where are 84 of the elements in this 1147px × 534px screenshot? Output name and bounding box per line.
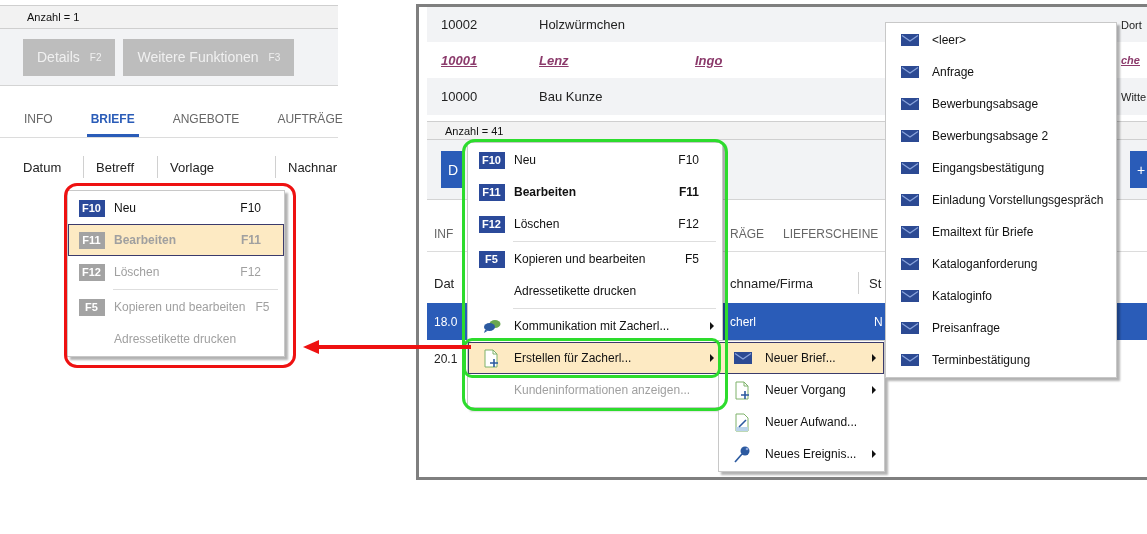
- shortcut-text: F11: [240, 233, 262, 247]
- envelope-icon: [900, 322, 919, 334]
- table-cell-text: Holzwürmchen: [539, 17, 626, 32]
- menu-item[interactable]: Anfrage: [886, 56, 1116, 88]
- menu-item[interactable]: Kataloganforderung: [886, 248, 1116, 280]
- shortcut-text: F10: [677, 153, 700, 167]
- submenu-arrow-icon: [710, 322, 714, 330]
- new-document-icon: [483, 348, 500, 368]
- shortcut-text: F12: [239, 265, 262, 279]
- menu-item[interactable]: F12 Löschen F12: [468, 208, 722, 240]
- table-cell-text: 10002: [441, 17, 479, 32]
- menu-item[interactable]: Bewerbungsabsage: [886, 88, 1116, 120]
- envelope-icon: [733, 352, 752, 364]
- table-cell-text: Dort: [1121, 18, 1143, 31]
- tab[interactable]: INF: [434, 227, 454, 241]
- menu-item[interactable]: Eingangsbestätigung: [886, 152, 1116, 184]
- edit-document-icon: [734, 412, 751, 432]
- menu-item[interactable]: F10 Neu F10: [68, 192, 284, 224]
- tab[interactable]: LIEFERSCHEINE: [783, 227, 879, 241]
- shortcut-text: F12: [677, 217, 700, 231]
- menu-item[interactable]: Einladung Vorstellungsgespräch: [886, 184, 1116, 216]
- new-document-icon: [734, 380, 751, 400]
- shortcut-text: F5: [254, 300, 271, 314]
- menu-item[interactable]: Preisanfrage: [886, 312, 1116, 344]
- menu-item[interactable]: F5 Kopieren und bearbeiten F5: [468, 243, 722, 275]
- menu-item[interactable]: Neues Ereignis...: [719, 438, 884, 470]
- menu-item[interactable]: Neuer Aufwand...: [719, 406, 884, 438]
- key-badge: F10: [478, 151, 505, 169]
- tab[interactable]: ANGEBOTE: [168, 112, 244, 137]
- key-badge: F5: [478, 250, 505, 268]
- key-badge: F10: [78, 199, 105, 217]
- action-button[interactable]: +: [1130, 151, 1147, 188]
- menu-item[interactable]: <leer>: [886, 24, 1116, 56]
- key-badge: F12: [78, 263, 105, 281]
- menu-item[interactable]: Emailtext für Briefe: [886, 216, 1116, 248]
- envelope-icon: [900, 194, 919, 206]
- submenu-arrow-icon: [710, 354, 714, 362]
- shortcut-text: F10: [239, 201, 262, 215]
- menu-item[interactable]: Terminbestätigung: [886, 344, 1116, 376]
- column-header[interactable]: Betreff: [83, 156, 157, 178]
- shortcut-text: F11: [678, 185, 700, 199]
- table-link[interactable]: Lenz: [539, 52, 695, 68]
- menu-item[interactable]: Adressetikette drucken: [468, 275, 722, 307]
- envelope-icon: [900, 290, 919, 302]
- column-header[interactable]: chname/Firma: [730, 272, 858, 294]
- envelope-icon: [900, 130, 919, 142]
- envelope-icon: [900, 258, 919, 270]
- menu-item[interactable]: Kommunikation mit Zacherl...: [468, 310, 722, 342]
- column-header[interactable]: Vorlage: [157, 156, 275, 178]
- envelope-icon: [900, 354, 919, 366]
- chat-bubbles-icon: [482, 319, 501, 333]
- shortcut-text: F5: [684, 252, 700, 266]
- envelope-icon: [900, 162, 919, 174]
- submenu-arrow-icon: [872, 386, 876, 394]
- count-label: Anzahl = 41: [445, 124, 504, 137]
- envelope-icon: [900, 98, 919, 110]
- menu-item[interactable]: Neuer Vorgang: [719, 374, 884, 406]
- menu-item[interactable]: Neuer Brief...: [719, 342, 884, 374]
- menu-item[interactable]: F11 Bearbeiten F11: [468, 176, 722, 208]
- column-header[interactable]: Datum: [0, 156, 83, 178]
- key-badge: F11: [78, 231, 105, 249]
- tab[interactable]: BRIEFE: [86, 112, 139, 137]
- pushpin-icon: [733, 445, 752, 463]
- table-cell-text: Bau Kunze: [539, 89, 604, 104]
- menu-item[interactable]: Bewerbungsabsage 2: [886, 120, 1116, 152]
- table-link[interactable]: 10001: [441, 52, 539, 68]
- envelope-icon: [900, 226, 919, 238]
- tab[interactable]: INFO: [20, 112, 57, 137]
- submenu-arrow-icon: [872, 354, 876, 362]
- key-badge: F5: [78, 298, 105, 316]
- key-badge: F12: [478, 215, 505, 233]
- tab[interactable]: AUFTRÄGE: [273, 112, 347, 137]
- table-cell-text: 10000: [441, 89, 479, 104]
- tab[interactable]: RÄGE: [730, 227, 764, 241]
- column-header[interactable]: Nachnar: [275, 156, 338, 178]
- menu-item[interactable]: F10 Neu F10: [468, 144, 722, 176]
- envelope-icon: [900, 34, 919, 46]
- envelope-icon: [900, 66, 919, 78]
- submenu-arrow-icon: [872, 450, 876, 458]
- menu-item[interactable]: Kataloginfo: [886, 280, 1116, 312]
- table-cell: Witte: [1121, 90, 1147, 103]
- key-badge: F11: [478, 183, 505, 201]
- table-link[interactable]: che: [1121, 54, 1147, 66]
- count-label: Anzahl = 1: [27, 11, 80, 23]
